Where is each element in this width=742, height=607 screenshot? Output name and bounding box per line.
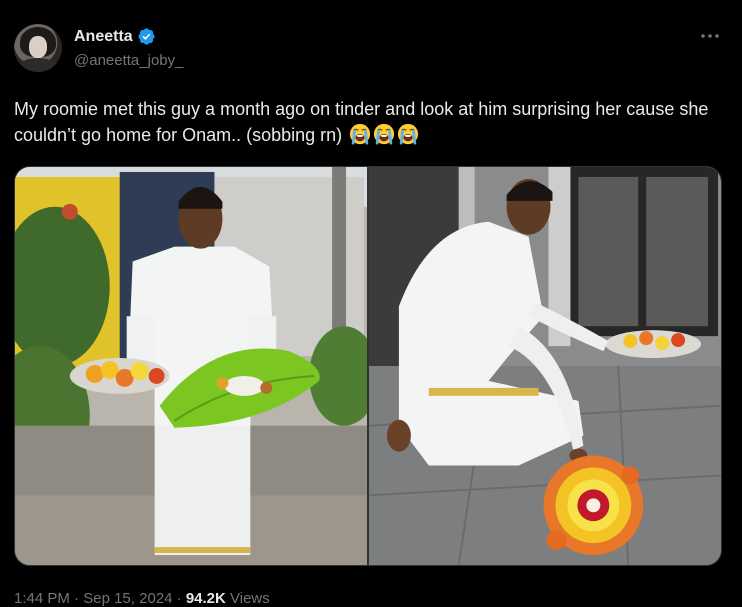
- views-count: 94.2K: [185, 590, 226, 607]
- author-display-name[interactable]: Aneetta: [74, 28, 133, 46]
- emoji-group: [347, 123, 419, 145]
- media-grid[interactable]: [14, 166, 722, 566]
- tweet-meta: 1:44 PM · Sep 15, 2024 · 94.2K Views: [14, 590, 270, 607]
- more-options-icon[interactable]: [698, 26, 722, 46]
- tweet-time[interactable]: 1:44 PM: [14, 590, 70, 607]
- tweet[interactable]: Aneetta @aneetta_joby_ My roomie met thi…: [0, 0, 742, 607]
- tweet-date[interactable]: Sep 15, 2024: [83, 590, 172, 607]
- loudly-crying-face-icon: [398, 123, 419, 145]
- tweet-text: My roomie met this guy a month ago on ti…: [14, 96, 726, 148]
- loudly-crying-face-icon: [350, 123, 371, 145]
- views-label: Views: [230, 590, 270, 607]
- meta-separator-2: ·: [176, 590, 182, 607]
- loudly-crying-face-icon: [374, 123, 395, 145]
- photo-man-arranging-pookalam[interactable]: [369, 167, 721, 565]
- avatar[interactable]: [14, 24, 62, 72]
- author-name-row[interactable]: Aneetta: [74, 27, 156, 46]
- photo-man-holding-plates[interactable]: [15, 167, 367, 565]
- verified-badge-icon: [138, 28, 155, 45]
- author-handle[interactable]: @aneetta_joby_: [74, 52, 183, 69]
- meta-separator: ·: [74, 590, 80, 607]
